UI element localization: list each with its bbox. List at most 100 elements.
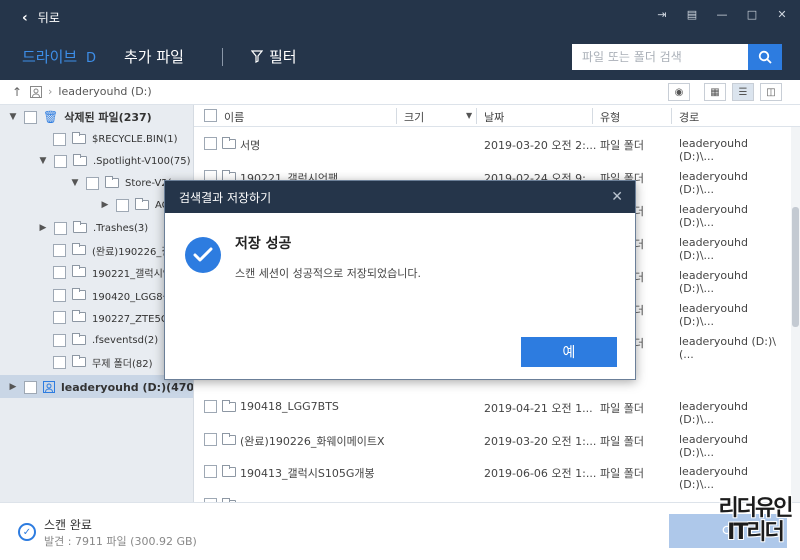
tree-checkbox[interactable] xyxy=(24,380,37,394)
search-icon xyxy=(758,50,772,64)
close-icon[interactable]: ✕ xyxy=(774,6,790,22)
tab-drive[interactable]: 드라이브 D xyxy=(22,46,96,67)
tree-item-label: 삭제된 파일(237) xyxy=(64,111,152,124)
row-type: 파일 폴더 xyxy=(600,435,644,448)
tree-item[interactable]: ▼ Store-V2( xyxy=(70,172,172,194)
row-checkbox[interactable] xyxy=(204,433,217,446)
scrollbar-thumb[interactable] xyxy=(792,207,799,327)
scrollbar[interactable] xyxy=(791,127,800,502)
column-header-path[interactable]: 경로 xyxy=(679,109,699,125)
sort-arrow-icon[interactable]: ▼ xyxy=(466,111,472,120)
folder-icon xyxy=(72,333,86,345)
up-arrow-icon[interactable]: ↑ xyxy=(12,85,22,99)
search-box xyxy=(572,44,782,70)
chevron-left-icon: ‹ xyxy=(22,9,28,26)
table-row[interactable]: 서명 2019-03-20 오전 2:... 파일 폴더 leaderyouhd… xyxy=(194,127,784,163)
folder-icon xyxy=(73,221,87,233)
row-type: 파일 폴더 xyxy=(600,402,644,415)
expand-arrow-icon[interactable]: ▶ xyxy=(100,200,110,210)
tree-checkbox[interactable] xyxy=(53,265,66,279)
tree-item[interactable]: ▼ .Spotlight-V100(75) xyxy=(38,150,191,172)
folder-icon xyxy=(222,465,236,477)
tree-item[interactable]: 190221_갤럭시언 xyxy=(53,261,172,283)
dialog-close-icon[interactable]: ✕ xyxy=(611,189,623,205)
tree-checkbox[interactable] xyxy=(53,310,66,324)
path-bar: ↑ › leaderyouhd (D:) ◉ ▦ ☰ ◫ xyxy=(0,80,800,105)
tree-item[interactable]: ▶ .Trashes(3) xyxy=(38,217,148,239)
tree-item[interactable]: 190227_ZTE5G스 xyxy=(53,306,178,328)
table-row[interactable]: (완료)190226_화웨이메이트X 2019-03-20 오전 1:... 파… xyxy=(194,423,784,459)
column-header-date[interactable]: 날짜 xyxy=(484,109,504,125)
expand-arrow-icon[interactable]: ▶ xyxy=(38,223,48,233)
back-button[interactable]: ‹ 뒤로 xyxy=(22,9,60,26)
filter-button[interactable]: 필터 xyxy=(250,46,297,67)
column-divider xyxy=(476,108,477,124)
login-icon[interactable]: ⇥ xyxy=(654,6,670,22)
search-input[interactable] xyxy=(572,44,748,70)
maximize-icon[interactable]: □ xyxy=(744,6,760,22)
tree-item[interactable]: 무제 폴더(82) xyxy=(53,351,153,373)
tab-drive-label: 드라이브 xyxy=(22,48,78,66)
dialog-heading: 저장 성공 xyxy=(235,236,292,252)
tree-checkbox[interactable] xyxy=(54,154,67,168)
column-header-name[interactable]: 이름 xyxy=(224,109,244,125)
breadcrumb-path[interactable]: leaderyouhd (D:) xyxy=(58,85,151,98)
breadcrumb-separator: › xyxy=(48,85,53,98)
search-button[interactable] xyxy=(748,44,782,70)
row-name: 190418_LGG7BTS xyxy=(240,400,339,413)
row-checkbox[interactable] xyxy=(204,400,217,413)
tree-item[interactable]: (완료)190226_갤 xyxy=(53,239,171,261)
dialog-title: 검색결과 저장하기 xyxy=(179,190,272,205)
trash-icon: 🗑 xyxy=(43,110,59,124)
collapse-arrow-icon[interactable]: ▼ xyxy=(38,156,48,166)
tree-checkbox[interactable] xyxy=(24,110,37,124)
detail-view-button[interactable]: ◫ xyxy=(760,83,782,101)
user-icon xyxy=(30,85,42,98)
tree-checkbox[interactable] xyxy=(53,288,66,302)
app-window: ‹ 뒤로 ⇥ ▤ — □ ✕ 드라이브 D 추가 파일 필터 파일 또는 폴더 … xyxy=(0,0,800,560)
tree-item[interactable]: $RECYCLE.BIN(1) xyxy=(53,128,178,150)
column-divider xyxy=(592,108,593,124)
table-row[interactable]: 190413_갤럭시S105G개봉 2019-06-06 오전 1:... 파일… xyxy=(194,455,784,491)
folder-icon xyxy=(73,154,87,166)
tab-extra-files[interactable]: 추가 파일 xyxy=(124,46,184,67)
column-header-type[interactable]: 유형 xyxy=(600,109,620,125)
tree-checkbox[interactable] xyxy=(116,198,129,212)
collapse-arrow-icon[interactable]: ▼ xyxy=(8,112,18,122)
breadcrumb: › leaderyouhd (D:) xyxy=(30,85,152,98)
tree-item[interactable]: 190420_LGG8총 xyxy=(53,284,172,306)
drive-user-icon xyxy=(43,381,55,393)
confirm-button[interactable]: 예 xyxy=(521,337,617,367)
tree-item-label: .Spotlight-V100(75) xyxy=(93,155,191,167)
tree-checkbox[interactable] xyxy=(54,221,67,235)
tree-checkbox[interactable] xyxy=(53,243,66,257)
grid-view-button[interactable]: ▦ xyxy=(704,83,726,101)
menu-icon[interactable]: ▤ xyxy=(684,6,700,22)
tree-item[interactable]: ▶ AC xyxy=(100,194,169,216)
list-icon: ☰ xyxy=(738,86,748,98)
tree-checkbox[interactable] xyxy=(86,176,99,190)
expand-arrow-icon[interactable]: ▶ xyxy=(8,382,18,392)
filter-label: 필터 xyxy=(268,48,297,66)
row-checkbox[interactable] xyxy=(204,137,217,150)
tree-checkbox[interactable] xyxy=(53,355,66,369)
table-row-partial[interactable] xyxy=(194,488,784,502)
list-view-button[interactable]: ☰ xyxy=(732,83,754,101)
eye-icon: ◉ xyxy=(674,86,684,98)
row-checkbox[interactable] xyxy=(204,465,217,478)
tree-checkbox[interactable] xyxy=(53,333,66,347)
tree-checkbox[interactable] xyxy=(53,132,66,146)
select-all-checkbox[interactable] xyxy=(204,109,217,122)
row-date: 2019-03-20 오전 2:... xyxy=(484,139,597,152)
preview-button[interactable]: ◉ xyxy=(668,83,690,101)
table-row[interactable]: 190418_LGG7BTS 2019-04-21 오전 1... 파일 폴더 … xyxy=(194,390,784,426)
column-header-size[interactable]: 크기 xyxy=(404,109,424,125)
folder-icon xyxy=(72,355,86,367)
watermark-line-1: 리더유인 xyxy=(718,496,794,521)
collapse-arrow-icon[interactable]: ▼ xyxy=(70,178,80,188)
tree-item-deleted-files[interactable]: ▼ 🗑 삭제된 파일(237) xyxy=(8,106,152,128)
save-result-dialog: 검색결과 저장하기 ✕ 저장 성공 스캔 세션이 성공적으로 저장되었습니다. … xyxy=(164,180,636,380)
tree-item[interactable]: .fseventsd(2) xyxy=(53,329,158,351)
minimize-icon[interactable]: — xyxy=(714,6,730,22)
dialog-message: 스캔 세션이 성공적으로 저장되었습니다. xyxy=(235,267,422,280)
